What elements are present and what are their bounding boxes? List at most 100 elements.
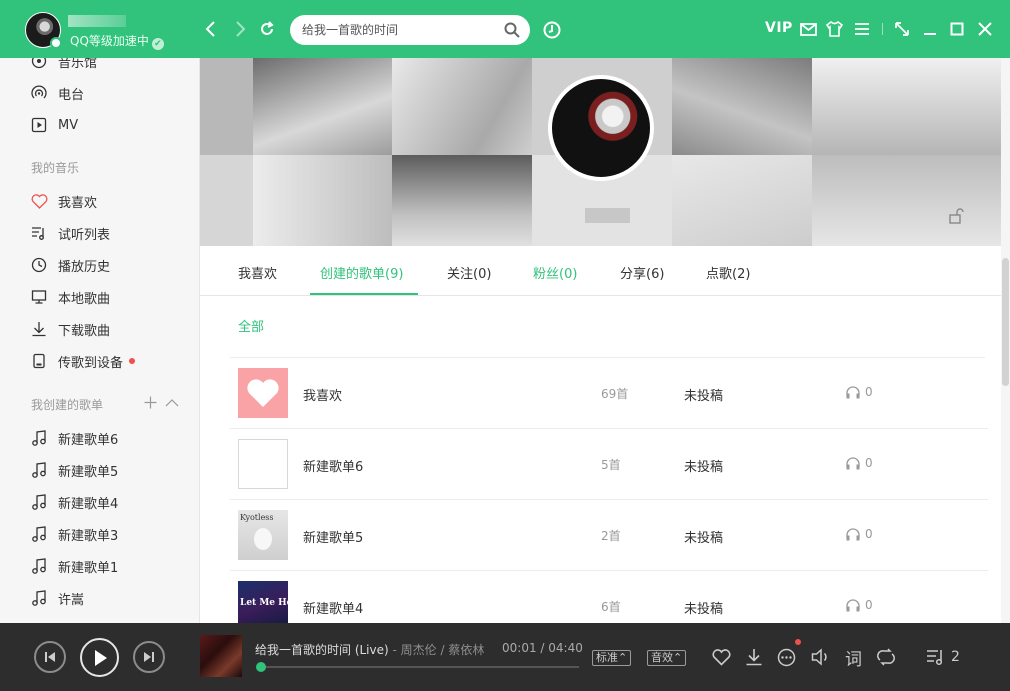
now-playing-info[interactable]: 给我一首歌的时间 (Live) - 周杰伦 / 蔡依林 xyxy=(255,641,484,658)
progress-bar[interactable] xyxy=(256,662,579,672)
mail-icon xyxy=(799,22,817,36)
music-note-icon xyxy=(30,493,48,511)
tab-favorites[interactable]: 我喜欢 xyxy=(238,263,277,282)
next-icon xyxy=(144,652,154,662)
playlist-name[interactable]: 新建歌单4 xyxy=(303,598,363,617)
banner-tile xyxy=(672,155,812,246)
song-artist[interactable]: - 周杰伦 / 蔡依林 xyxy=(389,643,485,657)
headphones-icon xyxy=(846,599,860,612)
song-title[interactable]: 给我一首歌的时间 (Live) xyxy=(255,643,389,657)
playlist-name[interactable]: 新建歌单5 xyxy=(303,527,363,546)
filter-all[interactable]: 全部 xyxy=(238,316,264,335)
sidebar-item-music-hall[interactable]: 音乐馆 xyxy=(30,58,97,71)
playlist-submit-status: 未投稿 xyxy=(684,460,724,475)
download-song-button[interactable] xyxy=(744,647,764,667)
main-menu-button[interactable] xyxy=(853,20,871,38)
playlist-submit-status: 未投稿 xyxy=(684,602,724,617)
device-icon xyxy=(30,352,48,370)
next-track-button[interactable] xyxy=(133,641,165,673)
collapse-chevron-icon[interactable] xyxy=(165,398,179,407)
add-playlist-icon[interactable] xyxy=(144,396,157,409)
quality-selector[interactable]: 标准⌃ xyxy=(592,650,632,666)
music-hall-icon xyxy=(30,58,48,70)
mail-button[interactable] xyxy=(799,20,817,38)
tab-fans[interactable]: 粉丝(0) xyxy=(533,263,577,282)
username-blurred[interactable] xyxy=(68,15,126,27)
sidebar-item-playlist-5[interactable]: 新建歌单5 xyxy=(30,460,118,480)
listen-identify-icon[interactable] xyxy=(542,20,562,40)
music-note-icon xyxy=(30,429,48,447)
sidebar-item-favorites[interactable]: 我喜欢 xyxy=(30,191,97,211)
repeat-mode-button[interactable] xyxy=(876,647,896,667)
lock-icon[interactable] xyxy=(948,208,964,224)
play-button[interactable] xyxy=(80,638,119,677)
previous-track-button[interactable] xyxy=(34,641,66,673)
forward-button[interactable] xyxy=(229,18,251,40)
skin-button[interactable] xyxy=(825,20,843,38)
main-scrollbar[interactable] xyxy=(1001,58,1010,623)
sidebar-item-transfer-device[interactable]: 传歌到设备 xyxy=(30,351,136,371)
sidebar-item-playlist-1[interactable]: 新建歌单1 xyxy=(30,556,118,576)
mini-mode-button[interactable] xyxy=(893,20,911,38)
heart-icon xyxy=(30,192,48,210)
search-input[interactable] xyxy=(302,20,492,40)
volume-button[interactable] xyxy=(811,647,831,667)
playlist-row[interactable]: Kyotless 新建歌单5 2首 未投稿 0 xyxy=(230,500,988,571)
banner-tile xyxy=(392,58,532,155)
tab-song-requests[interactable]: 点歌(2) xyxy=(706,263,750,282)
playlist-name[interactable]: 我喜欢 xyxy=(303,385,342,404)
playlist-row[interactable]: 新建歌单6 5首 未投稿 0 xyxy=(230,429,988,500)
refresh-button[interactable] xyxy=(256,18,278,40)
maximize-button[interactable] xyxy=(948,20,966,38)
playback-time: 00:01 / 04:40 xyxy=(502,641,583,655)
download-icon xyxy=(746,649,762,666)
sidebar-item-history[interactable]: 播放历史 xyxy=(30,255,110,275)
sidebar-item-playlist-4[interactable]: 新建歌单4 xyxy=(30,492,118,512)
sidebar-item-mv[interactable]: MV xyxy=(30,115,78,135)
lyrics-button[interactable]: 词 xyxy=(845,645,862,670)
vip-level-status[interactable]: QQ等级加速中 ✔ xyxy=(70,32,164,50)
vip-button[interactable]: VIP xyxy=(765,20,793,36)
playlist-song-count: 69首 xyxy=(601,387,629,401)
tab-created-playlists[interactable]: 创建的歌单(9) xyxy=(320,263,403,282)
verified-check-icon: ✔ xyxy=(151,38,164,50)
banner-tile xyxy=(200,58,253,155)
sidebar-item-playlist-xusong[interactable]: 许嵩 xyxy=(30,588,84,608)
close-button[interactable] xyxy=(976,20,994,38)
total-time: 04:40 xyxy=(548,641,583,655)
scrollbar-thumb[interactable] xyxy=(1002,258,1009,386)
banner-tile xyxy=(253,58,392,155)
queue-count[interactable]: 2 xyxy=(951,649,960,665)
more-options-button[interactable] xyxy=(776,647,796,667)
tab-shares[interactable]: 分享(6) xyxy=(620,263,664,282)
playlist-queue-button[interactable] xyxy=(926,647,946,667)
tab-following[interactable]: 关注(0) xyxy=(447,263,491,282)
user-avatar[interactable] xyxy=(25,12,62,49)
playlist-name[interactable]: 新建歌单6 xyxy=(303,456,363,475)
player-bar: 给我一首歌的时间 (Live) - 周杰伦 / 蔡依林 00:01 / 04:4… xyxy=(0,623,1010,691)
history-clock-icon xyxy=(30,256,48,274)
monitor-icon xyxy=(30,288,48,306)
now-playing-cover[interactable] xyxy=(200,635,242,677)
sidebar-item-radio[interactable]: 电台 xyxy=(30,83,84,103)
more-icon xyxy=(777,648,795,666)
profile-name-blurred xyxy=(585,208,630,223)
playlist-row[interactable]: 我喜欢 69首 未投稿 0 xyxy=(230,358,988,429)
music-note-icon xyxy=(30,461,48,479)
back-button[interactable] xyxy=(200,18,222,40)
sidebar-item-playlist-6[interactable]: 新建歌单6 xyxy=(30,428,118,448)
sidebar-item-downloads[interactable]: 下载歌曲 xyxy=(30,319,110,339)
like-button[interactable] xyxy=(711,647,731,667)
playlist-listen-count: 0 xyxy=(845,385,873,399)
profile-avatar[interactable] xyxy=(548,75,654,181)
sidebar-item-playlist-3[interactable]: 新建歌单3 xyxy=(30,524,118,544)
profile-tabs: 我喜欢 创建的歌单(9) 关注(0) 粉丝(0) 分享(6) 点歌(2) xyxy=(200,246,1001,296)
sidebar-item-trial-list[interactable]: 试听列表 xyxy=(30,223,110,243)
progress-knob[interactable] xyxy=(256,662,267,672)
minimize-button[interactable] xyxy=(921,20,939,38)
search-icon[interactable] xyxy=(504,22,520,38)
headphones-icon xyxy=(846,528,860,541)
sidebar-item-local-songs[interactable]: 本地歌曲 xyxy=(30,287,110,307)
sound-effect-selector[interactable]: 音效⌃ xyxy=(647,650,687,666)
playlist-listen-count: 0 xyxy=(845,456,873,470)
